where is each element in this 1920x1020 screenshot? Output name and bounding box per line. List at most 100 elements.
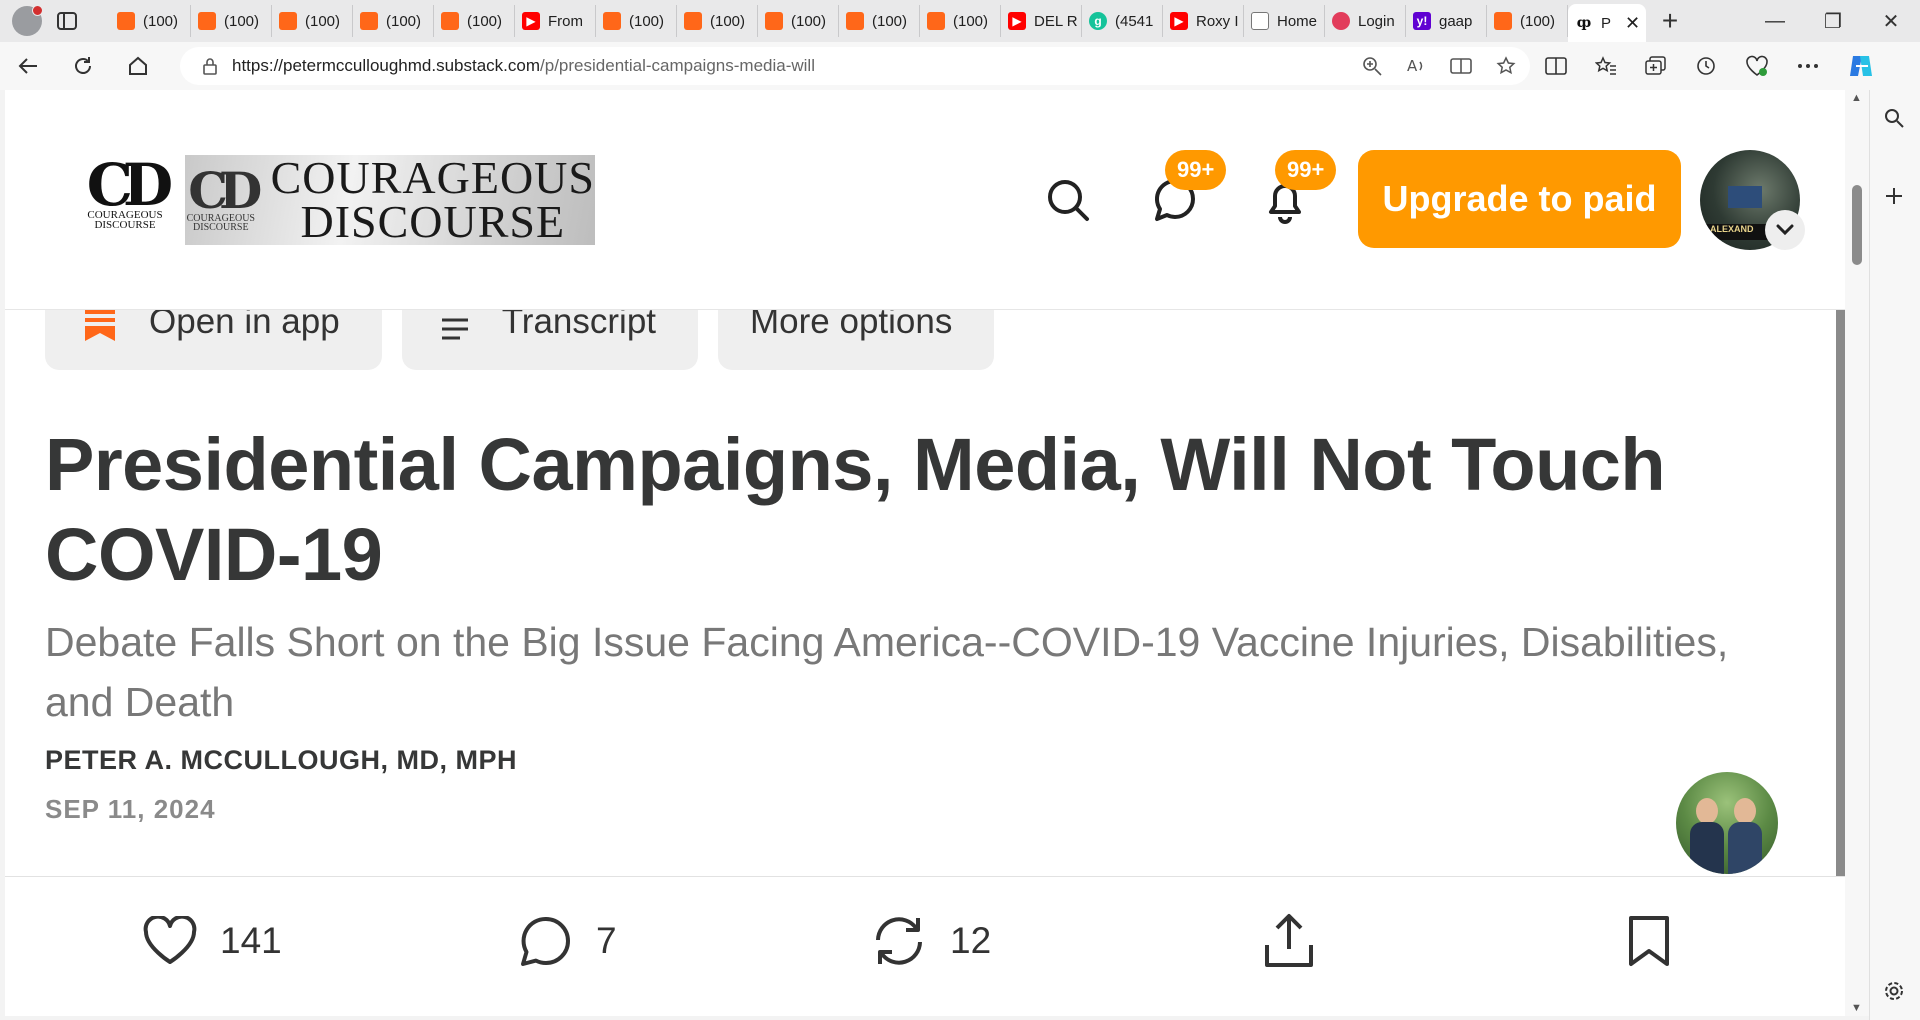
banner-line-2: DISCOURSE <box>300 196 566 245</box>
window-controls: — ❐ ✕ <box>1746 0 1920 42</box>
substack-favicon-icon <box>603 12 621 30</box>
substack-favicon-icon <box>684 12 702 30</box>
tab-13[interactable]: g (4541 <box>1082 5 1163 37</box>
substack-favicon-icon <box>279 12 297 30</box>
courageous-discourse-favicon-icon: ȹ <box>1575 14 1593 32</box>
refresh-button[interactable] <box>55 42 110 90</box>
scrollbar-thumb[interactable] <box>1852 185 1862 265</box>
tab-18[interactable]: (100) <box>1487 5 1568 37</box>
post-action-bar: 141 7 12 <box>5 876 1845 1016</box>
search-button[interactable] <box>1038 170 1098 230</box>
tab-15[interactable]: Home <box>1244 5 1325 37</box>
logo-caption: COURAGEOUS DISCOURSE <box>87 209 163 231</box>
tab-5[interactable]: (100) <box>434 5 515 37</box>
tab-17[interactable]: y! gaap <box>1406 5 1487 37</box>
bookmark-button[interactable] <box>1627 911 1671 971</box>
scroll-up-arrow-icon[interactable]: ▲ <box>1851 92 1862 104</box>
home-button[interactable] <box>110 42 165 90</box>
tab-16[interactable]: Login <box>1325 5 1406 37</box>
tab-2[interactable]: (100) <box>191 5 272 37</box>
history-icon[interactable] <box>1695 55 1717 77</box>
account-menu-button[interactable] <box>1765 210 1805 250</box>
restack-button[interactable]: 12 <box>870 911 991 971</box>
collections-icon[interactable] <box>1645 56 1667 76</box>
lock-icon[interactable] <box>202 57 218 75</box>
immersive-reader-icon[interactable] <box>1450 56 1472 76</box>
comment-count: 7 <box>596 920 617 961</box>
tab-label: (100) <box>953 12 989 30</box>
tab-4[interactable]: (100) <box>353 5 434 37</box>
login-favicon-icon <box>1332 12 1350 30</box>
tab-3[interactable]: (100) <box>272 5 353 37</box>
site-banner-logo[interactable]: CD COURAGEOUS DISCOURSE COURAGEOUS DISCO… <box>185 155 595 245</box>
chat-count-badge: 99+ <box>1165 150 1227 190</box>
tab-strip-left <box>0 0 110 42</box>
comments-button[interactable]: 7 <box>518 911 617 971</box>
browser-sidebar <box>1869 90 1920 1020</box>
tab-7[interactable]: (100) <box>596 5 677 37</box>
substack-favicon-icon <box>1494 12 1512 30</box>
like-button[interactable]: 141 <box>142 911 282 971</box>
new-tab-button[interactable]: + <box>1646 5 1694 37</box>
substack-favicon-icon <box>198 12 216 30</box>
site-logo[interactable]: CD COURAGEOUS DISCOURSE <box>65 156 185 231</box>
tab-8[interactable]: (100) <box>677 5 758 37</box>
minimize-button[interactable]: — <box>1746 0 1804 42</box>
more-menu-icon[interactable] <box>1797 63 1819 69</box>
upgrade-to-paid-button[interactable]: Upgrade to paid <box>1358 150 1681 248</box>
svg-text:A: A <box>1407 57 1418 75</box>
restack-count: 12 <box>950 920 992 961</box>
avatar-sign <box>1728 186 1762 208</box>
tab-list: (100) (100) (100) (100) (100) ▶ From (100) (100)… <box>110 0 1568 42</box>
author-avatar[interactable] <box>1676 772 1778 874</box>
tab-label: (100) <box>386 12 422 30</box>
back-button[interactable] <box>0 42 55 90</box>
sidebar-settings-icon[interactable] <box>1883 980 1905 1002</box>
substack-favicon-icon <box>846 12 864 30</box>
restore-button[interactable]: ❐ <box>1804 0 1862 42</box>
tab-1[interactable]: (100) <box>110 5 191 37</box>
tab-close-icon[interactable]: ✕ <box>1625 13 1640 34</box>
tab-label: (100) <box>143 12 179 30</box>
read-aloud-icon[interactable]: A <box>1406 56 1426 76</box>
substack-favicon-icon <box>441 12 459 30</box>
favorites-icon[interactable] <box>1595 56 1617 76</box>
address-bar[interactable]: https://petermcculloughmd.substack.com/p… <box>180 47 1530 85</box>
tab-actions-icon[interactable] <box>56 10 78 32</box>
page-scroll-indicator <box>1836 310 1845 876</box>
tab-active[interactable]: ȹ P ✕ <box>1568 4 1646 42</box>
tab-11[interactable]: (100) <box>920 5 1001 37</box>
copilot-icon[interactable] <box>1847 53 1875 79</box>
url-text[interactable]: https://petermcculloughmd.substack.com/p… <box>232 56 815 76</box>
sidebar-search-icon[interactable] <box>1883 107 1905 129</box>
tab-label: (100) <box>467 12 503 30</box>
tab-6[interactable]: ▶ From <box>515 5 596 37</box>
author-photo-suit-2 <box>1728 822 1762 874</box>
heart-icon <box>143 916 197 964</box>
tab-14[interactable]: ▶ Roxy I <box>1163 5 1244 37</box>
tab-label: (4541 <box>1115 12 1154 30</box>
site-header: CD COURAGEOUS DISCOURSE CD COURAGEOUS DI… <box>5 90 1845 310</box>
share-icon <box>1265 914 1313 967</box>
tab-10[interactable]: (100) <box>839 5 920 37</box>
webpage: CD COURAGEOUS DISCOURSE CD COURAGEOUS DI… <box>5 90 1845 1016</box>
profile-avatar[interactable] <box>12 5 43 36</box>
address-bar-actions: A <box>1362 47 1516 85</box>
share-button[interactable] <box>1263 911 1315 971</box>
split-screen-icon[interactable] <box>1545 56 1567 76</box>
browser-essentials-icon[interactable] <box>1745 55 1769 77</box>
zoom-icon[interactable] <box>1362 56 1382 76</box>
chevron-down-icon <box>1776 224 1794 236</box>
author-name[interactable]: PETER A. MCCULLOUGH, MD, MPH <box>45 745 517 776</box>
post-subtitle: Debate Falls Short on the Big Issue Faci… <box>45 619 1729 725</box>
favorite-star-icon[interactable] <box>1496 56 1516 76</box>
author-photo-face-1 <box>1696 798 1718 824</box>
restack-icon <box>876 917 922 965</box>
tab-12[interactable]: ▶ DEL R <box>1001 5 1082 37</box>
scroll-down-arrow-icon[interactable]: ▼ <box>1851 1002 1862 1014</box>
browser-tab-strip: (100) (100) (100) (100) (100) ▶ From (100) (100)… <box>0 0 1920 42</box>
browser-scrollbar[interactable]: ▲ ▼ <box>1845 90 1869 1016</box>
tab-9[interactable]: (100) <box>758 5 839 37</box>
close-window-button[interactable]: ✕ <box>1862 0 1920 42</box>
sidebar-add-icon[interactable] <box>1883 185 1905 207</box>
